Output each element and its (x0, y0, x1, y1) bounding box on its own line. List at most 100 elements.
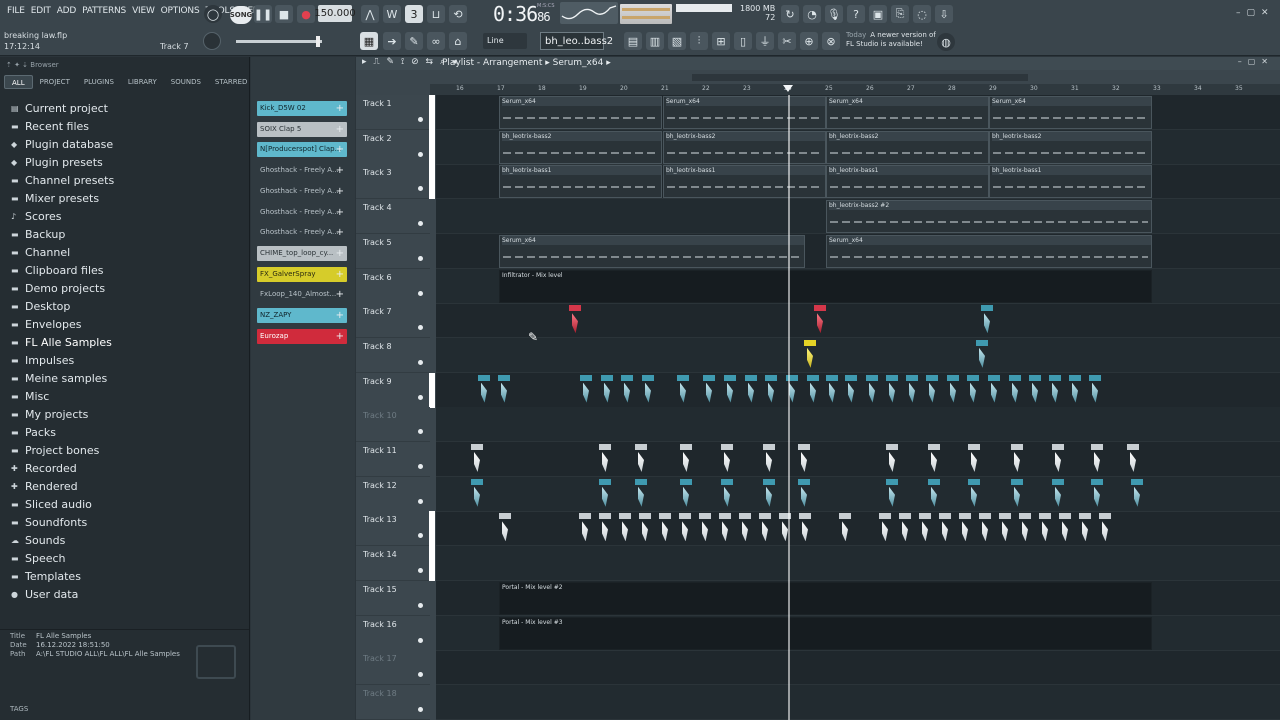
sample-clip[interactable] (680, 444, 692, 474)
sample-clip[interactable] (599, 513, 611, 543)
pause-button[interactable]: ❚❚ (254, 5, 272, 23)
track-header[interactable]: Track 10 (356, 407, 430, 443)
sample-clip[interactable] (1011, 478, 1023, 509)
add-channel-icon[interactable]: + (336, 163, 344, 178)
browser-item[interactable]: ▬ Envelopes (11, 315, 249, 333)
sample-clip[interactable] (659, 513, 671, 543)
add-channel-icon[interactable]: + (336, 142, 344, 157)
pattern-clip[interactable]: Serum_x64 (826, 96, 989, 129)
browser-item[interactable]: ▬ Channel presets (11, 171, 249, 189)
track-header[interactable]: Track 7 (356, 303, 430, 339)
browser-item[interactable]: ▬ Packs (11, 423, 249, 441)
pattern-select[interactable]: bh_leo..bass2 (540, 32, 613, 50)
stamp-icon[interactable]: ⌂ (449, 32, 467, 50)
pattern-clip[interactable]: bh_leotrix-bass1 (989, 165, 1152, 199)
browser-item[interactable]: ▬ Recent files (11, 117, 249, 135)
pattern-clip[interactable]: bh_leotrix-bass2 (499, 130, 662, 164)
sample-clip[interactable] (763, 444, 775, 474)
channel-button[interactable]: NZ_ZAPY + (257, 308, 347, 323)
sample-clip[interactable] (879, 513, 891, 543)
sample-clip[interactable] (1089, 374, 1101, 405)
track-lane[interactable] (436, 511, 1280, 547)
sample-clip[interactable] (724, 374, 736, 405)
sample-clip[interactable] (721, 478, 733, 509)
track-lane[interactable] (436, 684, 1280, 720)
browser-item[interactable]: ● User data (11, 585, 249, 603)
song-mode-toggle[interactable]: SONG (230, 6, 252, 24)
master-volume-bar[interactable] (236, 36, 322, 47)
track-mute-led[interactable] (418, 429, 423, 435)
sample-clip[interactable] (899, 513, 911, 543)
track-header[interactable]: Track 16 (356, 615, 430, 651)
countdown-icon[interactable]: 3 (405, 5, 423, 23)
browser-item[interactable]: ▬ Clipboard files (11, 261, 249, 279)
timeline-ruler[interactable]: 16 17 18 19 20 21 22 23 24 25 26 27 28 29 30 31 32 33 34 35 (430, 84, 1280, 95)
sample-clip[interactable] (928, 478, 940, 509)
sample-clip[interactable] (621, 374, 633, 405)
sample-clip[interactable] (635, 444, 647, 474)
sample-clip[interactable] (498, 374, 510, 405)
sample-clip[interactable] (601, 374, 613, 405)
mixer-icon[interactable]: ▤ (624, 32, 642, 50)
track-lane[interactable] (436, 650, 1280, 686)
playlist-icon[interactable]: ▦ (360, 32, 378, 50)
add-channel-icon[interactable]: + (336, 329, 344, 344)
cart-icon[interactable]: ⊕ (800, 32, 818, 50)
sample-clip[interactable] (1052, 444, 1064, 474)
add-channel-icon[interactable]: + (336, 184, 344, 199)
sample-clip[interactable] (1069, 374, 1081, 405)
sample-clip[interactable] (1091, 478, 1103, 509)
menu-edit[interactable]: EDIT (28, 6, 54, 16)
globe-icon[interactable]: ◍ (937, 33, 955, 51)
pattern-clip[interactable]: bh_leotrix-bass1 (499, 165, 662, 199)
cart2-icon[interactable]: ⊗ (822, 32, 840, 50)
sample-clip[interactable] (1079, 513, 1091, 543)
sample-clip[interactable] (1099, 513, 1111, 543)
sample-clip[interactable] (804, 339, 816, 370)
track-lane[interactable] (436, 373, 1280, 408)
browser-item[interactable]: ▬ Soundfonts (11, 513, 249, 531)
sample-clip[interactable] (619, 513, 631, 543)
tab-starred[interactable]: STARRED (208, 75, 255, 89)
sample-clip[interactable] (798, 478, 810, 509)
menu-file[interactable]: FILE (4, 6, 28, 16)
track-header[interactable]: Track 11 (356, 442, 430, 477)
browser-item[interactable]: ▬ Templates (11, 567, 249, 585)
sample-clip[interactable] (839, 513, 851, 543)
sample-clip[interactable] (499, 513, 511, 543)
sample-clip[interactable] (1049, 374, 1061, 405)
pattern-clip[interactable]: Serum_x64 (663, 96, 826, 129)
browser-item[interactable]: ◆ Plugin database (11, 135, 249, 153)
channel-button[interactable]: Ghosthack - Freely A... + (257, 225, 347, 240)
track-header[interactable]: Track 12 (356, 476, 430, 512)
piano-roll-icon[interactable]: ▧ (668, 32, 686, 50)
sample-clip[interactable] (919, 513, 931, 543)
track-lane[interactable] (436, 546, 1280, 582)
channel-button[interactable]: FX_GalverSpray + (257, 266, 347, 282)
browser-icon[interactable]: ⊞ (712, 32, 730, 50)
channel-button[interactable]: Ghosthack - Freely A... + (257, 163, 347, 178)
add-channel-icon[interactable]: + (336, 205, 344, 220)
pattern-clip[interactable]: bh_leotrix-bass2 (663, 130, 826, 164)
sample-clip[interactable] (599, 444, 611, 474)
sample-clip[interactable] (579, 513, 591, 543)
track-mute-led[interactable] (418, 255, 423, 261)
tuner-icon[interactable]: ◔ (803, 5, 821, 23)
window-controls[interactable]: –▢✕ (1236, 8, 1275, 18)
sample-clip[interactable] (745, 374, 757, 405)
sample-clip[interactable] (680, 478, 692, 509)
sample-clip[interactable] (759, 513, 771, 543)
channel-rack-icon[interactable]: ▥ (646, 32, 664, 50)
track-mute-led[interactable] (418, 151, 423, 157)
pattern-clip[interactable]: bh_leotrix-bass1 (663, 165, 826, 199)
brush-icon[interactable]: ✎ (405, 32, 423, 50)
tab-library[interactable]: LIBRARY (121, 75, 164, 89)
wait-input-icon[interactable]: W (383, 5, 401, 23)
sample-clip[interactable] (845, 374, 857, 405)
sample-clip[interactable] (763, 478, 775, 509)
sample-clip[interactable] (981, 305, 993, 335)
channel-button[interactable]: Ghosthack - Freely A... + (257, 184, 347, 199)
tags-label[interactable]: TAGS (10, 705, 28, 713)
track-header[interactable]: Track 15 (356, 580, 430, 616)
sample-clip[interactable] (814, 305, 826, 335)
